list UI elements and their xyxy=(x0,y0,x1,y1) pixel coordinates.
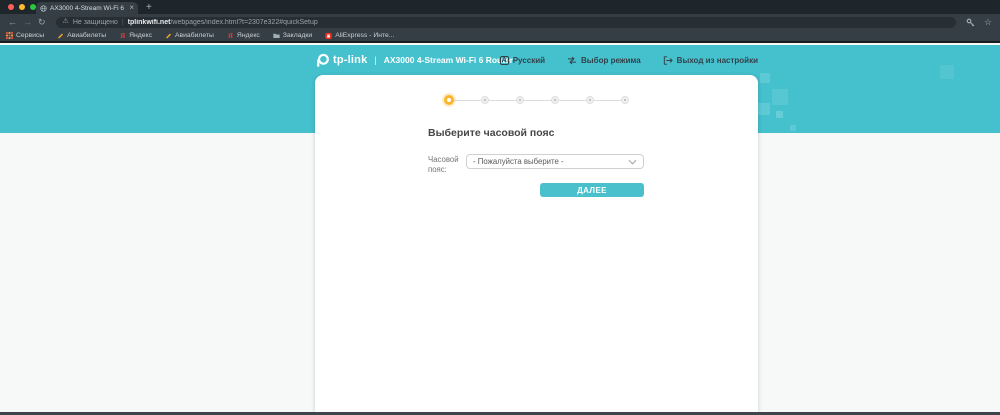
tp-link-logo-icon xyxy=(317,53,329,67)
decorative-square xyxy=(760,73,770,83)
bookmark-yandex-2[interactable]: Я Яндекс xyxy=(227,31,260,40)
step-connector xyxy=(454,99,481,101)
apps-grid-icon xyxy=(6,32,13,39)
password-key-icon[interactable] xyxy=(966,18,975,27)
browser-tab[interactable]: AX3000 4-Stream Wi-Fi 6 Rou × xyxy=(36,2,138,14)
tp-link-logo: tp-link xyxy=(315,53,367,68)
bookmark-avia-2[interactable]: Авиабилеты xyxy=(165,32,214,39)
timezone-select-value: - Пожалуйста выберите - xyxy=(473,157,564,166)
bookmark-star-icon[interactable]: ☆ xyxy=(984,17,992,27)
decorative-square xyxy=(940,65,954,79)
step-6 xyxy=(621,96,629,104)
step-5 xyxy=(586,96,594,104)
browser-chrome: AX3000 4-Stream Wi-Fi 6 Rou × + ← → ↻ ⚠ … xyxy=(0,0,1000,43)
window-controls xyxy=(8,4,36,10)
bookmark-avia-1[interactable]: Авиабилеты xyxy=(57,32,106,39)
step-connector xyxy=(594,99,621,101)
timezone-form-row: Часовой пояс: - Пожалуйста выберите - xyxy=(428,154,644,174)
decorative-square xyxy=(758,103,770,115)
globe-favicon-icon xyxy=(40,4,47,12)
step-connector xyxy=(489,99,516,101)
exit-setup-label: Выход из настройки xyxy=(676,55,758,65)
page-url[interactable]: tplinkwifi.net/webpages/index.html?t=230… xyxy=(128,19,318,26)
quick-setup-card: Выберите часовой пояс Часовой пояс: - По… xyxy=(315,75,758,412)
bookmarks-bar: Сервисы Авиабилеты Я Яндекс Авиабилеты Я… xyxy=(0,30,1000,43)
wizard-body: Выберите часовой пояс Часовой пояс: - По… xyxy=(428,127,644,197)
mode-switch-icon xyxy=(567,56,577,64)
zoom-window-button[interactable] xyxy=(30,4,36,10)
mode-select-link[interactable]: Выбор режима xyxy=(567,56,641,65)
forward-icon[interactable]: → xyxy=(23,17,32,27)
step-4 xyxy=(551,96,559,104)
decorative-square xyxy=(790,125,796,131)
chevron-down-icon xyxy=(628,159,637,165)
bookmark-folder[interactable]: Закладки xyxy=(273,32,312,39)
address-bar[interactable]: ⚠ Не защищено | tplinkwifi.net/webpages/… xyxy=(55,16,956,28)
header-links: A Русский Выбор режима Выход из настройк… xyxy=(499,45,758,75)
step-connector xyxy=(559,99,586,101)
brand-name: tp-link xyxy=(333,54,368,66)
language-selector[interactable]: A Русский xyxy=(499,55,546,65)
new-tab-button[interactable]: + xyxy=(146,2,152,14)
step-1-active xyxy=(444,95,454,105)
step-3 xyxy=(516,96,524,104)
router-model-title: AX3000 4-Stream Wi-Fi 6 Router xyxy=(383,55,514,65)
aliexpress-icon xyxy=(325,32,332,39)
pencil-icon xyxy=(165,32,172,39)
reload-icon[interactable]: ↻ xyxy=(38,17,46,27)
mode-select-label: Выбор режима xyxy=(581,55,641,65)
minimize-window-button[interactable] xyxy=(19,4,25,10)
security-label[interactable]: Не защищено xyxy=(73,19,118,26)
omnibox-separator: | xyxy=(121,18,124,26)
back-icon[interactable]: ← xyxy=(8,17,17,27)
page-title: Выберите часовой пояс xyxy=(428,127,555,139)
tab-close-icon[interactable]: × xyxy=(129,4,134,12)
toolbar-right: ☆ xyxy=(966,17,992,27)
url-domain: tplinkwifi.net xyxy=(127,18,171,26)
exit-icon xyxy=(663,55,673,65)
next-button[interactable]: ДАЛЕЕ xyxy=(540,183,644,197)
router-setup-page: tp-link | AX3000 4-Stream Wi-Fi 6 Router… xyxy=(0,43,1000,412)
language-icon: A xyxy=(499,55,509,65)
exit-setup-link[interactable]: Выход из настройки xyxy=(663,56,758,65)
tab-strip: AX3000 4-Stream Wi-Fi 6 Rou × + xyxy=(0,0,1000,14)
bookmark-services[interactable]: Сервисы xyxy=(6,32,44,39)
browser-toolbar: ← → ↻ ⚠ Не защищено | tplinkwifi.net/web… xyxy=(0,14,1000,30)
tab-title: AX3000 4-Stream Wi-Fi 6 Rou xyxy=(50,4,126,12)
yandex-icon: Я xyxy=(120,31,126,40)
timezone-select[interactable]: - Пожалуйста выберите - xyxy=(466,154,644,169)
folder-icon xyxy=(273,32,280,39)
step-connector xyxy=(524,99,551,101)
setup-stepper xyxy=(315,95,758,105)
bookmark-aliexpress[interactable]: AliExpress - Инте... xyxy=(325,32,394,39)
decorative-square xyxy=(772,89,788,105)
timezone-field-label: Часовой пояс: xyxy=(428,155,459,174)
pencil-icon xyxy=(57,32,64,39)
close-window-button[interactable] xyxy=(8,4,14,10)
decorative-square xyxy=(776,111,783,118)
language-label: Русский xyxy=(512,55,546,65)
yandex-icon: Я xyxy=(227,31,233,40)
url-path: /webpages/index.html?t=2307e322#quickSet… xyxy=(170,18,318,26)
step-2 xyxy=(481,96,489,104)
bookmark-yandex-1[interactable]: Я Яндекс xyxy=(119,31,152,40)
not-secure-warning-icon[interactable]: ⚠ xyxy=(63,18,69,26)
header-separator: | xyxy=(374,55,377,65)
